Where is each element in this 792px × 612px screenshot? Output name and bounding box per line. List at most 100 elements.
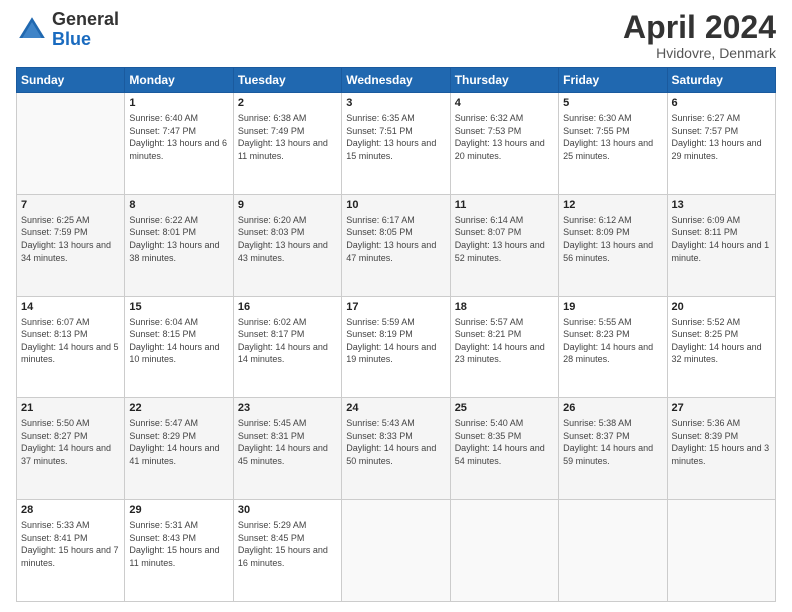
day-info: Sunrise: 6:32 AM Sunset: 7:53 PM Dayligh…: [455, 112, 554, 162]
calendar-week-row: 14Sunrise: 6:07 AM Sunset: 8:13 PM Dayli…: [17, 296, 776, 398]
day-number: 22: [129, 401, 228, 416]
day-number: 18: [455, 300, 554, 315]
day-info: Sunrise: 5:29 AM Sunset: 8:45 PM Dayligh…: [238, 519, 337, 569]
day-info: Sunrise: 5:38 AM Sunset: 8:37 PM Dayligh…: [563, 417, 662, 467]
day-number: 8: [129, 198, 228, 213]
day-number: 30: [238, 503, 337, 518]
day-number: 6: [672, 96, 771, 111]
day-info: Sunrise: 5:33 AM Sunset: 8:41 PM Dayligh…: [21, 519, 120, 569]
day-number: 11: [455, 198, 554, 213]
logo-text: General Blue: [52, 10, 119, 50]
day-number: 10: [346, 198, 445, 213]
calendar-day-cell: 26Sunrise: 5:38 AM Sunset: 8:37 PM Dayli…: [559, 398, 667, 500]
day-info: Sunrise: 6:17 AM Sunset: 8:05 PM Dayligh…: [346, 214, 445, 264]
calendar-day-cell: 5Sunrise: 6:30 AM Sunset: 7:55 PM Daylig…: [559, 93, 667, 195]
day-info: Sunrise: 5:50 AM Sunset: 8:27 PM Dayligh…: [21, 417, 120, 467]
day-number: 16: [238, 300, 337, 315]
day-info: Sunrise: 6:27 AM Sunset: 7:57 PM Dayligh…: [672, 112, 771, 162]
day-number: 17: [346, 300, 445, 315]
day-number: 9: [238, 198, 337, 213]
calendar-day-cell: 24Sunrise: 5:43 AM Sunset: 8:33 PM Dayli…: [342, 398, 450, 500]
day-number: 12: [563, 198, 662, 213]
day-info: Sunrise: 6:14 AM Sunset: 8:07 PM Dayligh…: [455, 214, 554, 264]
day-number: 4: [455, 96, 554, 111]
calendar-day-cell: 28Sunrise: 5:33 AM Sunset: 8:41 PM Dayli…: [17, 500, 125, 602]
day-info: Sunrise: 6:20 AM Sunset: 8:03 PM Dayligh…: [238, 214, 337, 264]
day-info: Sunrise: 5:59 AM Sunset: 8:19 PM Dayligh…: [346, 316, 445, 366]
day-info: Sunrise: 5:57 AM Sunset: 8:21 PM Dayligh…: [455, 316, 554, 366]
calendar-week-row: 1Sunrise: 6:40 AM Sunset: 7:47 PM Daylig…: [17, 93, 776, 195]
page: General Blue April 2024 Hvidovre, Denmar…: [0, 0, 792, 612]
day-number: 26: [563, 401, 662, 416]
header: General Blue April 2024 Hvidovre, Denmar…: [16, 10, 776, 61]
calendar-day-cell: 18Sunrise: 5:57 AM Sunset: 8:21 PM Dayli…: [450, 296, 558, 398]
day-info: Sunrise: 5:52 AM Sunset: 8:25 PM Dayligh…: [672, 316, 771, 366]
day-number: 7: [21, 198, 120, 213]
day-info: Sunrise: 6:09 AM Sunset: 8:11 PM Dayligh…: [672, 214, 771, 264]
location-subtitle: Hvidovre, Denmark: [623, 45, 776, 61]
calendar-day-header: Thursday: [450, 68, 558, 93]
calendar-week-row: 28Sunrise: 5:33 AM Sunset: 8:41 PM Dayli…: [17, 500, 776, 602]
calendar-day-cell: 23Sunrise: 5:45 AM Sunset: 8:31 PM Dayli…: [233, 398, 341, 500]
calendar-day-cell: 29Sunrise: 5:31 AM Sunset: 8:43 PM Dayli…: [125, 500, 233, 602]
day-info: Sunrise: 6:35 AM Sunset: 7:51 PM Dayligh…: [346, 112, 445, 162]
title-block: April 2024 Hvidovre, Denmark: [623, 10, 776, 61]
calendar-day-cell: 1Sunrise: 6:40 AM Sunset: 7:47 PM Daylig…: [125, 93, 233, 195]
calendar-day-cell: 9Sunrise: 6:20 AM Sunset: 8:03 PM Daylig…: [233, 194, 341, 296]
day-info: Sunrise: 6:02 AM Sunset: 8:17 PM Dayligh…: [238, 316, 337, 366]
calendar-day-cell: 20Sunrise: 5:52 AM Sunset: 8:25 PM Dayli…: [667, 296, 775, 398]
day-number: 27: [672, 401, 771, 416]
day-info: Sunrise: 6:25 AM Sunset: 7:59 PM Dayligh…: [21, 214, 120, 264]
calendar-day-header: Saturday: [667, 68, 775, 93]
calendar-day-cell: 8Sunrise: 6:22 AM Sunset: 8:01 PM Daylig…: [125, 194, 233, 296]
calendar-day-cell: [342, 500, 450, 602]
calendar-day-cell: 10Sunrise: 6:17 AM Sunset: 8:05 PM Dayli…: [342, 194, 450, 296]
calendar-day-cell: [17, 93, 125, 195]
day-number: 21: [21, 401, 120, 416]
day-number: 1: [129, 96, 228, 111]
calendar-day-cell: 2Sunrise: 6:38 AM Sunset: 7:49 PM Daylig…: [233, 93, 341, 195]
day-info: Sunrise: 6:38 AM Sunset: 7:49 PM Dayligh…: [238, 112, 337, 162]
day-info: Sunrise: 5:47 AM Sunset: 8:29 PM Dayligh…: [129, 417, 228, 467]
calendar-day-cell: 16Sunrise: 6:02 AM Sunset: 8:17 PM Dayli…: [233, 296, 341, 398]
day-number: 15: [129, 300, 228, 315]
day-info: Sunrise: 5:40 AM Sunset: 8:35 PM Dayligh…: [455, 417, 554, 467]
calendar-week-row: 21Sunrise: 5:50 AM Sunset: 8:27 PM Dayli…: [17, 398, 776, 500]
day-info: Sunrise: 5:55 AM Sunset: 8:23 PM Dayligh…: [563, 316, 662, 366]
calendar-day-cell: 27Sunrise: 5:36 AM Sunset: 8:39 PM Dayli…: [667, 398, 775, 500]
day-info: Sunrise: 6:22 AM Sunset: 8:01 PM Dayligh…: [129, 214, 228, 264]
logo-general-text: General: [52, 9, 119, 29]
calendar-day-cell: [450, 500, 558, 602]
day-number: 14: [21, 300, 120, 315]
calendar-day-cell: 13Sunrise: 6:09 AM Sunset: 8:11 PM Dayli…: [667, 194, 775, 296]
calendar-day-cell: 7Sunrise: 6:25 AM Sunset: 7:59 PM Daylig…: [17, 194, 125, 296]
calendar-header-row: SundayMondayTuesdayWednesdayThursdayFrid…: [17, 68, 776, 93]
day-info: Sunrise: 6:12 AM Sunset: 8:09 PM Dayligh…: [563, 214, 662, 264]
calendar-day-header: Tuesday: [233, 68, 341, 93]
day-number: 13: [672, 198, 771, 213]
day-info: Sunrise: 5:36 AM Sunset: 8:39 PM Dayligh…: [672, 417, 771, 467]
day-number: 23: [238, 401, 337, 416]
calendar-day-cell: 19Sunrise: 5:55 AM Sunset: 8:23 PM Dayli…: [559, 296, 667, 398]
calendar-table: SundayMondayTuesdayWednesdayThursdayFrid…: [16, 67, 776, 602]
calendar-day-header: Friday: [559, 68, 667, 93]
calendar-day-cell: 3Sunrise: 6:35 AM Sunset: 7:51 PM Daylig…: [342, 93, 450, 195]
calendar-day-cell: 30Sunrise: 5:29 AM Sunset: 8:45 PM Dayli…: [233, 500, 341, 602]
calendar-day-header: Sunday: [17, 68, 125, 93]
day-info: Sunrise: 6:04 AM Sunset: 8:15 PM Dayligh…: [129, 316, 228, 366]
day-number: 25: [455, 401, 554, 416]
logo: General Blue: [16, 10, 119, 50]
calendar-day-cell: 4Sunrise: 6:32 AM Sunset: 7:53 PM Daylig…: [450, 93, 558, 195]
month-title: April 2024: [623, 10, 776, 45]
calendar-day-cell: [559, 500, 667, 602]
calendar-day-header: Monday: [125, 68, 233, 93]
day-number: 24: [346, 401, 445, 416]
day-info: Sunrise: 5:43 AM Sunset: 8:33 PM Dayligh…: [346, 417, 445, 467]
calendar-day-cell: 17Sunrise: 5:59 AM Sunset: 8:19 PM Dayli…: [342, 296, 450, 398]
day-number: 3: [346, 96, 445, 111]
calendar-day-header: Wednesday: [342, 68, 450, 93]
day-info: Sunrise: 6:30 AM Sunset: 7:55 PM Dayligh…: [563, 112, 662, 162]
day-info: Sunrise: 5:31 AM Sunset: 8:43 PM Dayligh…: [129, 519, 228, 569]
calendar-week-row: 7Sunrise: 6:25 AM Sunset: 7:59 PM Daylig…: [17, 194, 776, 296]
calendar-day-cell: 12Sunrise: 6:12 AM Sunset: 8:09 PM Dayli…: [559, 194, 667, 296]
